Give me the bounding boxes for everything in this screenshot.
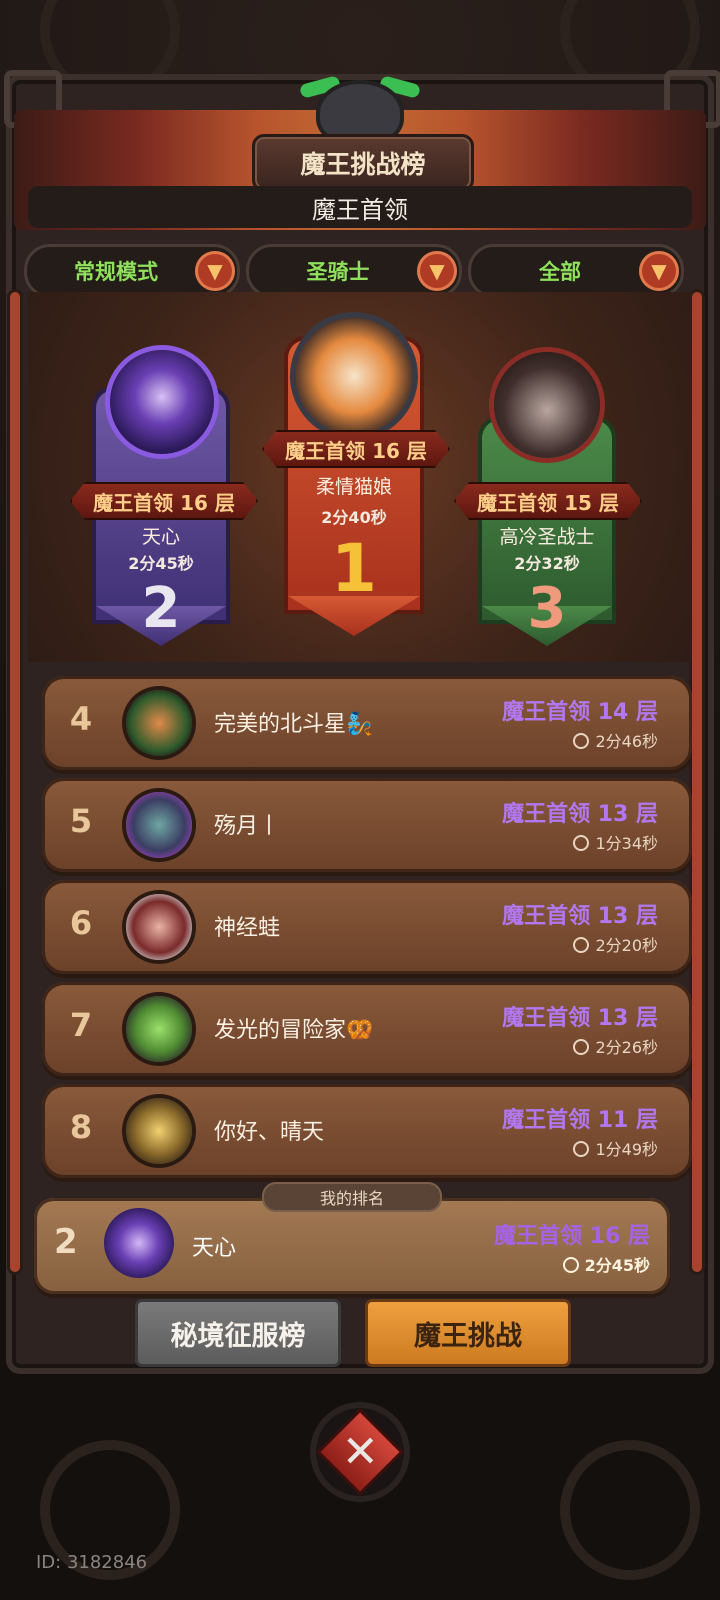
mode-dropdown[interactable]: 常规模式 ▼: [24, 244, 240, 298]
player-id: ID: 3182846: [36, 1552, 148, 1573]
floor-label: 魔王首领 13 层: [502, 802, 658, 827]
avatar[interactable]: [126, 1098, 192, 1164]
avatar[interactable]: [126, 894, 192, 960]
side-rail-right: [692, 292, 702, 1272]
clear-time-value: 2分20秒: [595, 936, 658, 955]
caret-down-icon[interactable]: ▼: [639, 251, 679, 291]
player-name: 殇月丨: [214, 814, 281, 839]
side-rail-left: [10, 292, 20, 1272]
avatar[interactable]: [104, 1208, 174, 1278]
caret-down-icon[interactable]: ▼: [195, 251, 235, 291]
player-name: 完美的北斗星🧞: [214, 712, 374, 737]
avatar[interactable]: [494, 352, 600, 458]
avatar[interactable]: [126, 690, 192, 756]
player-name: 天心: [192, 1236, 237, 1261]
rank-number: 2: [141, 576, 181, 641]
clear-time: 2分32秒: [514, 554, 580, 573]
clock-icon: [573, 1141, 590, 1157]
player-name: 发光的冒险家🥨: [214, 1018, 374, 1043]
clock-icon: [573, 733, 590, 749]
rank-number: 6: [69, 904, 93, 942]
tab-realm-conquest[interactable]: 秘境征服榜: [138, 1302, 338, 1364]
rank-number: 8: [69, 1108, 93, 1146]
floor-label: 魔王首领 11 层: [502, 1108, 658, 1133]
player-name: 高冷圣战士: [499, 526, 595, 548]
my-rank-row[interactable]: 2 天心 魔王首领 16 层 2分45秒: [34, 1198, 670, 1294]
floor-badge: 魔王首领 16 层: [70, 482, 258, 520]
clear-time-value: 2分26秒: [595, 1038, 658, 1057]
clear-time: 2分45秒: [562, 1252, 650, 1276]
avatar[interactable]: [126, 792, 192, 858]
player-name: 你好、晴天: [214, 1120, 325, 1145]
clock-icon: [573, 1039, 590, 1055]
rank-number: 3: [527, 576, 567, 641]
clock-icon: [562, 1257, 579, 1273]
clear-time-value: 1分49秒: [595, 1140, 658, 1159]
list-item[interactable]: 7 发光的冒险家🥨 魔王首领 13 层 2分26秒: [42, 982, 692, 1076]
close-button[interactable]: ✕: [316, 1408, 404, 1496]
my-rank-tag: 我的排名: [262, 1182, 442, 1212]
floor-label: 魔王首领 13 层: [502, 1006, 658, 1031]
player-name: 柔情猫娘: [315, 476, 392, 498]
clock-icon: [573, 835, 590, 851]
list-item[interactable]: 6 神经蛙 魔王首领 13 层 2分20秒: [42, 880, 692, 974]
floor-label: 魔王首领 16 层: [494, 1224, 650, 1249]
avatar[interactable]: [126, 996, 192, 1062]
tab-demon-challenge[interactable]: 魔王挑战: [368, 1302, 568, 1364]
floor-label: 魔王首领 14 层: [502, 700, 658, 725]
dropdown-label: 常规模式: [74, 260, 158, 284]
scope-dropdown[interactable]: 全部 ▼: [468, 244, 684, 298]
avatar[interactable]: [110, 350, 214, 454]
clear-time: 2分26秒: [573, 1034, 658, 1058]
rank-number: 7: [69, 1006, 93, 1044]
caret-down-icon[interactable]: ▼: [417, 251, 457, 291]
rank-number: 2: [54, 1222, 78, 1262]
dropdown-label: 圣骑士: [306, 260, 370, 284]
dropdown-label: 全部: [539, 260, 581, 284]
background-ornament: [560, 1440, 700, 1580]
close-icon-frame: ✕: [316, 1408, 404, 1496]
leaderboard-subtitle: 魔王首领: [28, 186, 692, 228]
rank-number: 4: [69, 700, 93, 738]
clear-time: 2分46秒: [573, 728, 658, 752]
player-name: 神经蛙: [214, 916, 281, 941]
list-item[interactable]: 4 完美的北斗星🧞 魔王首领 14 层 2分46秒: [42, 676, 692, 770]
list-item[interactable]: 5 殇月丨 魔王首领 13 层 1分34秒: [42, 778, 692, 872]
clear-time: 1分49秒: [573, 1136, 658, 1160]
page-title: 魔王挑战榜: [252, 134, 474, 192]
list-item[interactable]: 8 你好、晴天 魔王首领 11 层 1分49秒: [42, 1084, 692, 1178]
floor-label: 魔王首领 13 层: [502, 904, 658, 929]
clear-time-value: 2分46秒: [595, 732, 658, 751]
clear-time: 2分20秒: [573, 932, 658, 956]
avatar[interactable]: [296, 318, 412, 434]
clear-time: 1分34秒: [573, 830, 658, 854]
clear-time-value: 2分45秒: [584, 1256, 650, 1275]
floor-badge: 魔王首领 16 层: [262, 430, 450, 468]
player-name: 天心: [141, 526, 180, 548]
close-icon: ✕: [341, 1426, 379, 1477]
clock-icon: [573, 937, 590, 953]
clear-time: 2分45秒: [128, 554, 194, 573]
clear-time-value: 1分34秒: [595, 834, 658, 853]
floor-badge: 魔王首领 15 层: [454, 482, 642, 520]
class-dropdown[interactable]: 圣骑士 ▼: [246, 244, 462, 298]
rank-number: 5: [69, 802, 93, 840]
rank-number: 1: [331, 530, 377, 607]
clear-time: 2分40秒: [321, 508, 387, 527]
